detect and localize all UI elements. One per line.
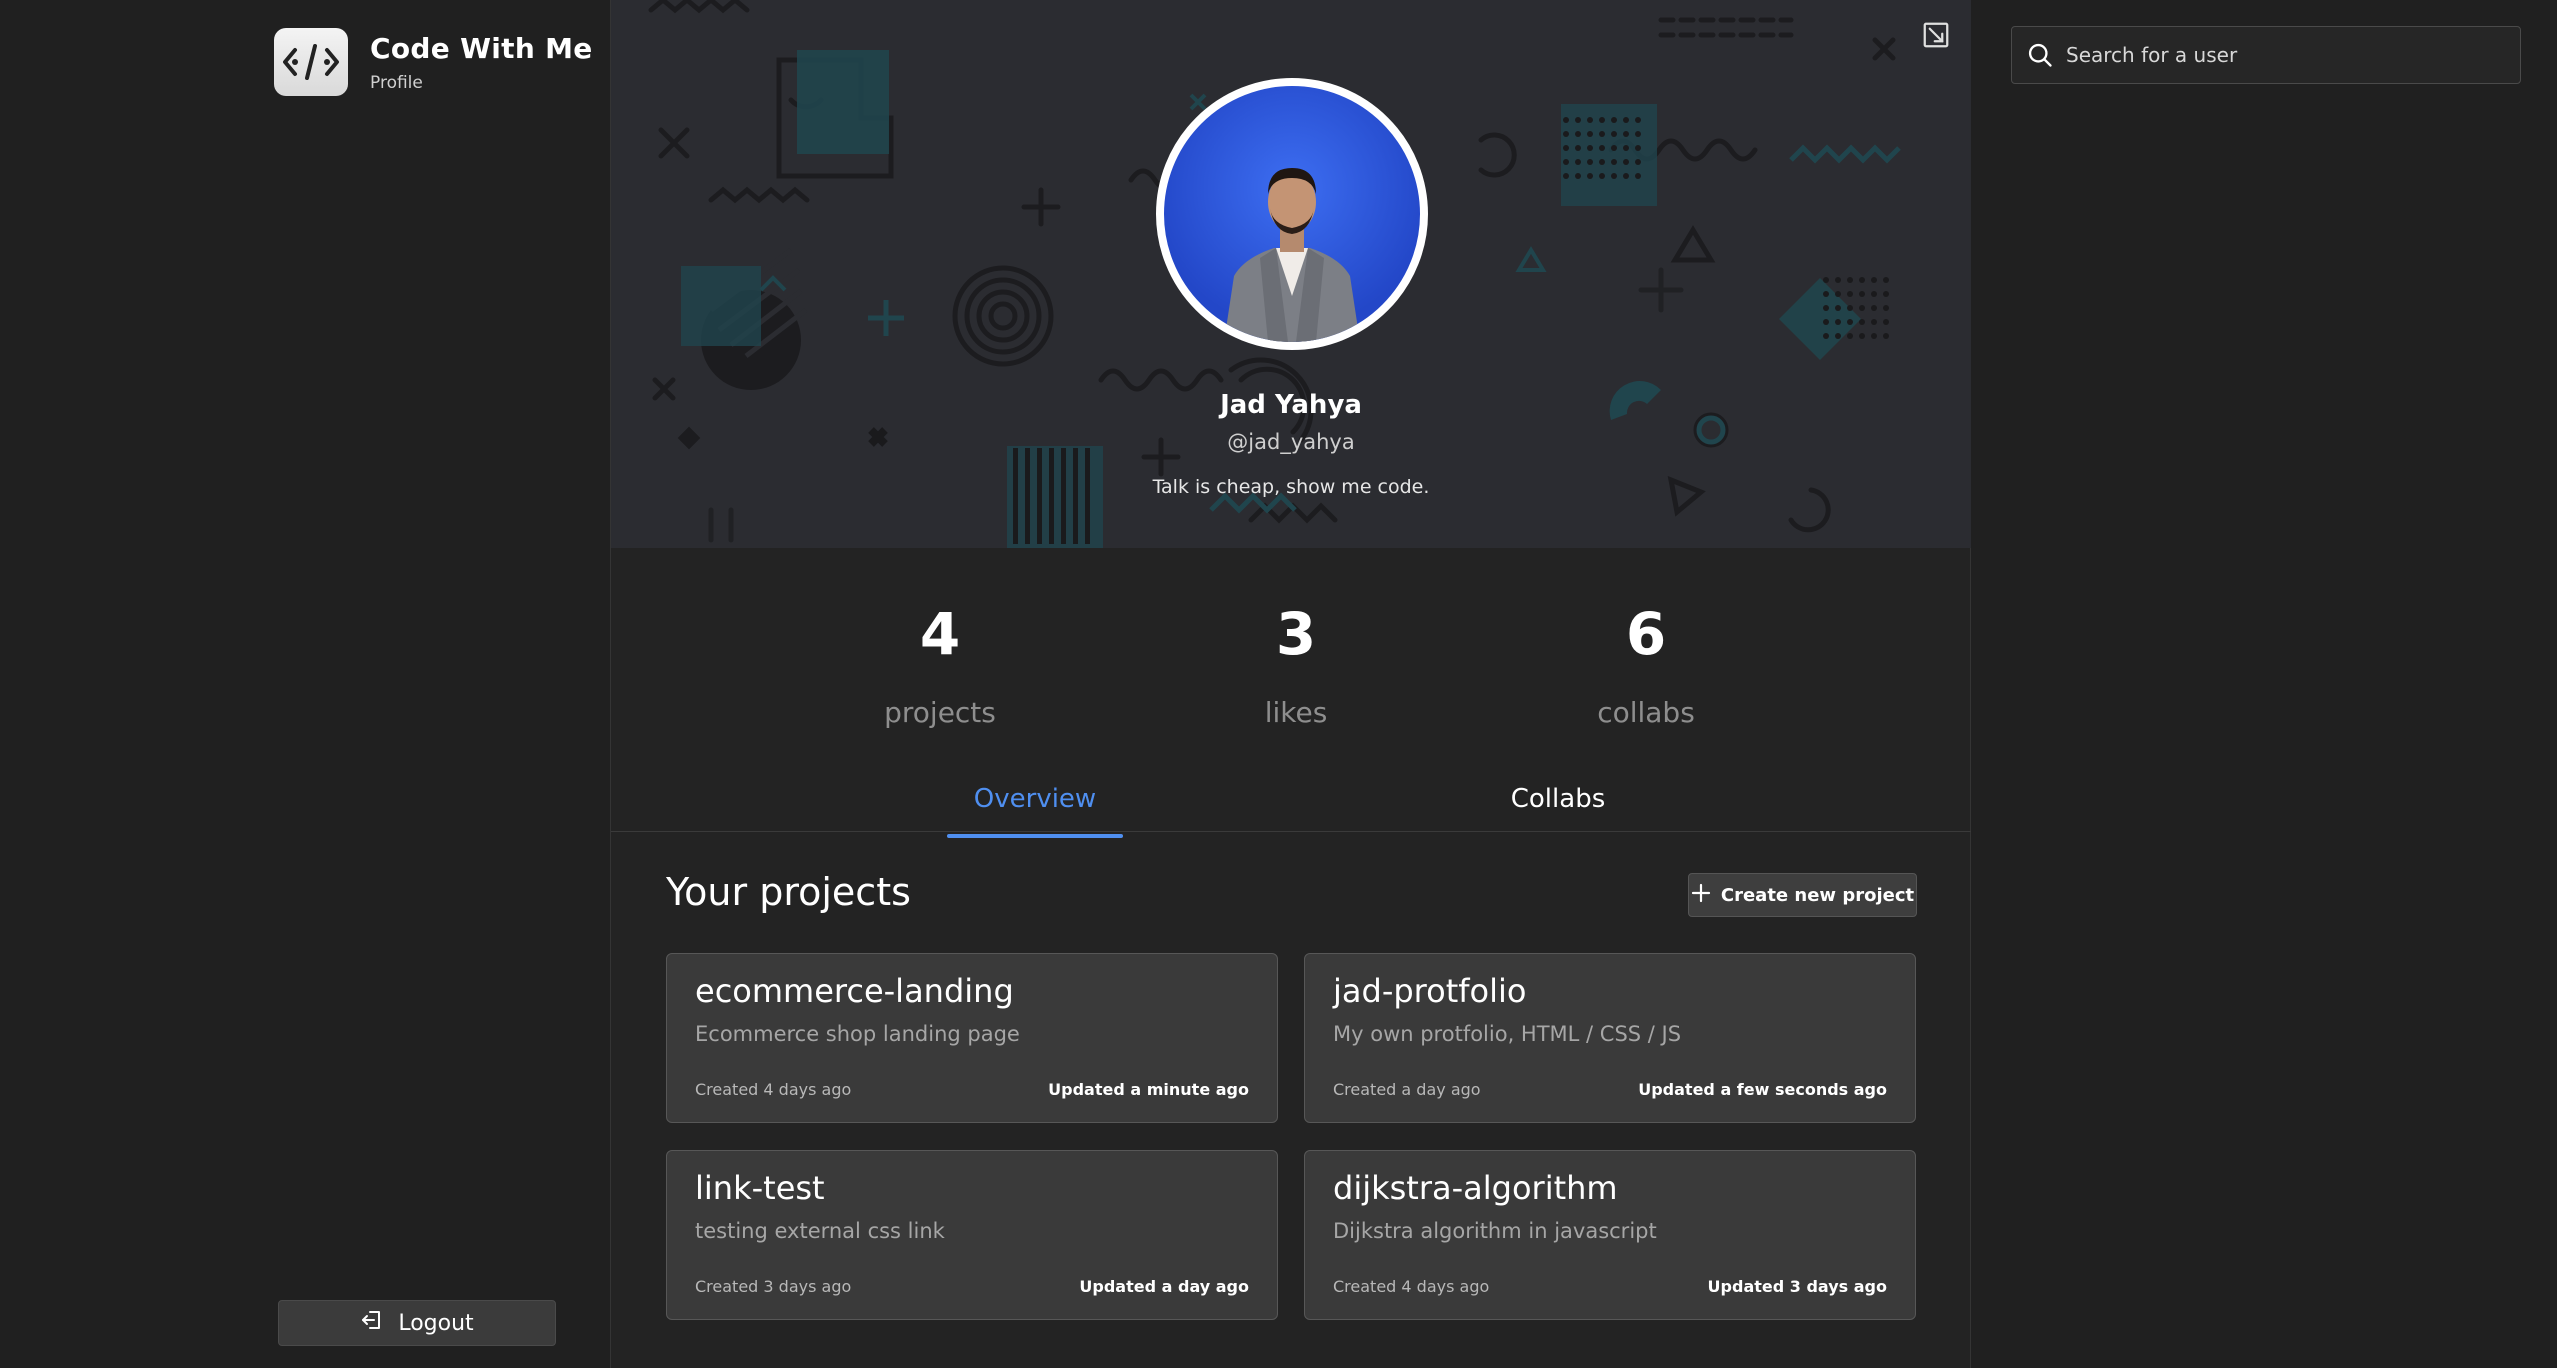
page-section-label: Profile xyxy=(370,72,423,93)
logout-button[interactable]: Logout xyxy=(278,1300,556,1346)
stat-label: collabs xyxy=(1597,696,1695,729)
search-icon xyxy=(2026,41,2054,69)
section-title: Your projects xyxy=(666,870,911,914)
project-created: Created 4 days ago xyxy=(1333,1277,1490,1296)
plus-icon xyxy=(1691,883,1711,908)
project-title: dijkstra-algorithm xyxy=(1333,1169,1618,1207)
project-title: ecommerce-landing xyxy=(695,972,1014,1010)
stat-value: 6 xyxy=(1625,600,1667,668)
search-input[interactable] xyxy=(2066,43,2506,67)
stat-label: projects xyxy=(884,696,996,729)
project-created: Created a day ago xyxy=(1333,1080,1481,1099)
profile-photo xyxy=(1224,168,1360,342)
create-project-label: Create new project xyxy=(1720,884,1915,906)
expand-icon[interactable] xyxy=(1921,20,1951,50)
project-card[interactable]: ecommerce-landing Ecommerce shop landing… xyxy=(666,953,1278,1123)
stat-likes: 3 likes xyxy=(1166,600,1426,729)
stat-collabs: 6 collabs xyxy=(1516,600,1776,729)
right-panel xyxy=(1971,0,2557,1368)
avatar xyxy=(1156,78,1428,350)
profile-handle: @jad_yahya xyxy=(1227,430,1355,454)
code-logo-icon xyxy=(274,28,348,96)
app-name: Code With Me xyxy=(370,31,593,65)
project-description: My own protfolio, HTML / CSS / JS xyxy=(1333,1022,1682,1046)
logout-label: Logout xyxy=(398,1310,474,1336)
project-description: Dijkstra algorithm in javascript xyxy=(1333,1219,1657,1243)
profile-tabs: Overview Collabs xyxy=(611,770,1971,838)
stat-value: 4 xyxy=(919,600,961,668)
stat-label: likes xyxy=(1264,696,1328,729)
project-description: Ecommerce shop landing page xyxy=(695,1022,1020,1046)
profile-name: Jad Yahya xyxy=(1220,390,1362,420)
project-title: link-test xyxy=(695,1169,825,1207)
project-updated: Updated a few seconds ago xyxy=(1638,1080,1887,1099)
tab-overview[interactable]: Overview xyxy=(947,784,1123,838)
brand[interactable]: Code With Me Profile xyxy=(274,28,593,96)
create-project-button[interactable]: Create new project xyxy=(1688,873,1917,917)
stat-value: 3 xyxy=(1275,600,1317,668)
project-description: testing external css link xyxy=(695,1219,945,1243)
project-updated: Updated a minute ago xyxy=(1048,1080,1249,1099)
project-updated: Updated a day ago xyxy=(1079,1277,1249,1296)
profile-cover: Jad Yahya @jad_yahya Talk is cheap, show… xyxy=(611,0,1971,548)
project-created: Created 4 days ago xyxy=(695,1080,852,1099)
project-card[interactable]: jad-protfolio My own protfolio, HTML / C… xyxy=(1304,953,1916,1123)
user-search[interactable] xyxy=(2011,26,2521,84)
sidebar: Code With Me Profile Logout xyxy=(0,0,611,1368)
project-card[interactable]: link-test testing external css link Crea… xyxy=(666,1150,1278,1320)
project-created: Created 3 days ago xyxy=(695,1277,852,1296)
profile-main: Jad Yahya @jad_yahya Talk is cheap, show… xyxy=(611,0,1971,1368)
logout-icon xyxy=(360,1308,384,1338)
project-card[interactable]: dijkstra-algorithm Dijkstra algorithm in… xyxy=(1304,1150,1916,1320)
project-title: jad-protfolio xyxy=(1333,972,1527,1010)
profile-bio: Talk is cheap, show me code. xyxy=(1152,476,1430,498)
project-updated: Updated 3 days ago xyxy=(1707,1277,1887,1296)
tab-collabs[interactable]: Collabs xyxy=(1493,784,1623,814)
stat-projects: 4 projects xyxy=(810,600,1070,729)
